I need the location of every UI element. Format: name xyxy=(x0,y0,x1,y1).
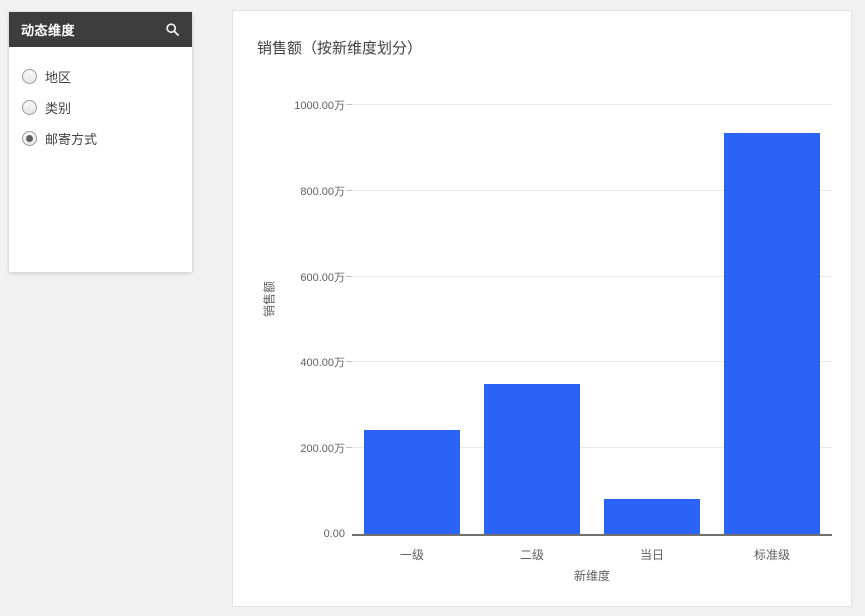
y-axis-tick xyxy=(346,447,352,449)
y-tick-label: 600.00万 xyxy=(300,271,345,284)
sidebar-option-0[interactable]: 地区 xyxy=(22,61,180,92)
x-tick-label: 二级 xyxy=(519,548,544,562)
y-axis-title: 销售额 xyxy=(262,280,277,318)
radio-selected-icon[interactable] xyxy=(22,131,37,146)
x-tick-label: 当日 xyxy=(639,548,664,562)
x-tick-label: 标准级 xyxy=(753,548,790,562)
sidebar-option-2[interactable]: 邮寄方式 xyxy=(22,123,180,154)
x-axis-title: 新维度 xyxy=(573,569,610,583)
gridline xyxy=(352,104,832,105)
plot-area: 0.00 200.00万 400.00万 600.00万 800.00万 1000.00万… xyxy=(294,100,832,562)
search-icon[interactable] xyxy=(164,22,180,38)
dimension-panel-header: 动态维度 xyxy=(9,12,192,47)
y-tick-label: 800.00万 xyxy=(300,185,345,198)
magnifier-glyph xyxy=(165,23,179,36)
bar-一级[interactable] xyxy=(364,430,460,534)
sidebar-option-1[interactable]: 类别 xyxy=(22,92,180,123)
radio-icon[interactable] xyxy=(22,69,37,84)
bar-标准级[interactable] xyxy=(724,132,820,534)
dimension-panel: 动态维度 地区类别邮寄方式 xyxy=(9,12,192,272)
x-axis-line xyxy=(352,534,832,536)
y-axis-tick xyxy=(346,361,352,363)
chart-title: 销售额（按新维度划分） xyxy=(257,40,423,57)
y-tick-label: 200.00万 xyxy=(300,443,345,456)
bar-二级[interactable] xyxy=(484,383,580,534)
y-tick-label: 1000.00万 xyxy=(294,100,345,112)
radio-label: 邮寄方式 xyxy=(45,132,98,147)
y-axis-tick xyxy=(346,189,352,191)
dimension-options: 地区 类别 邮寄方式 xyxy=(9,47,192,154)
y-tick-label: 400.00万 xyxy=(300,357,345,370)
radio-label: 地区 xyxy=(45,70,72,85)
bar-当日[interactable] xyxy=(604,498,700,534)
y-axis-tick xyxy=(346,275,352,277)
radio-icon[interactable] xyxy=(22,100,37,115)
radio-label: 类别 xyxy=(45,101,72,116)
x-tick-label: 一级 xyxy=(399,548,424,562)
panel-title: 动态维度 xyxy=(21,23,76,38)
chart-card: 销售额（按新维度划分） 销售额 0.00 200.00万 400.00万 600.00… xyxy=(232,10,852,607)
y-tick-label: 0.00 xyxy=(323,528,345,540)
y-axis-tick xyxy=(346,104,352,105)
